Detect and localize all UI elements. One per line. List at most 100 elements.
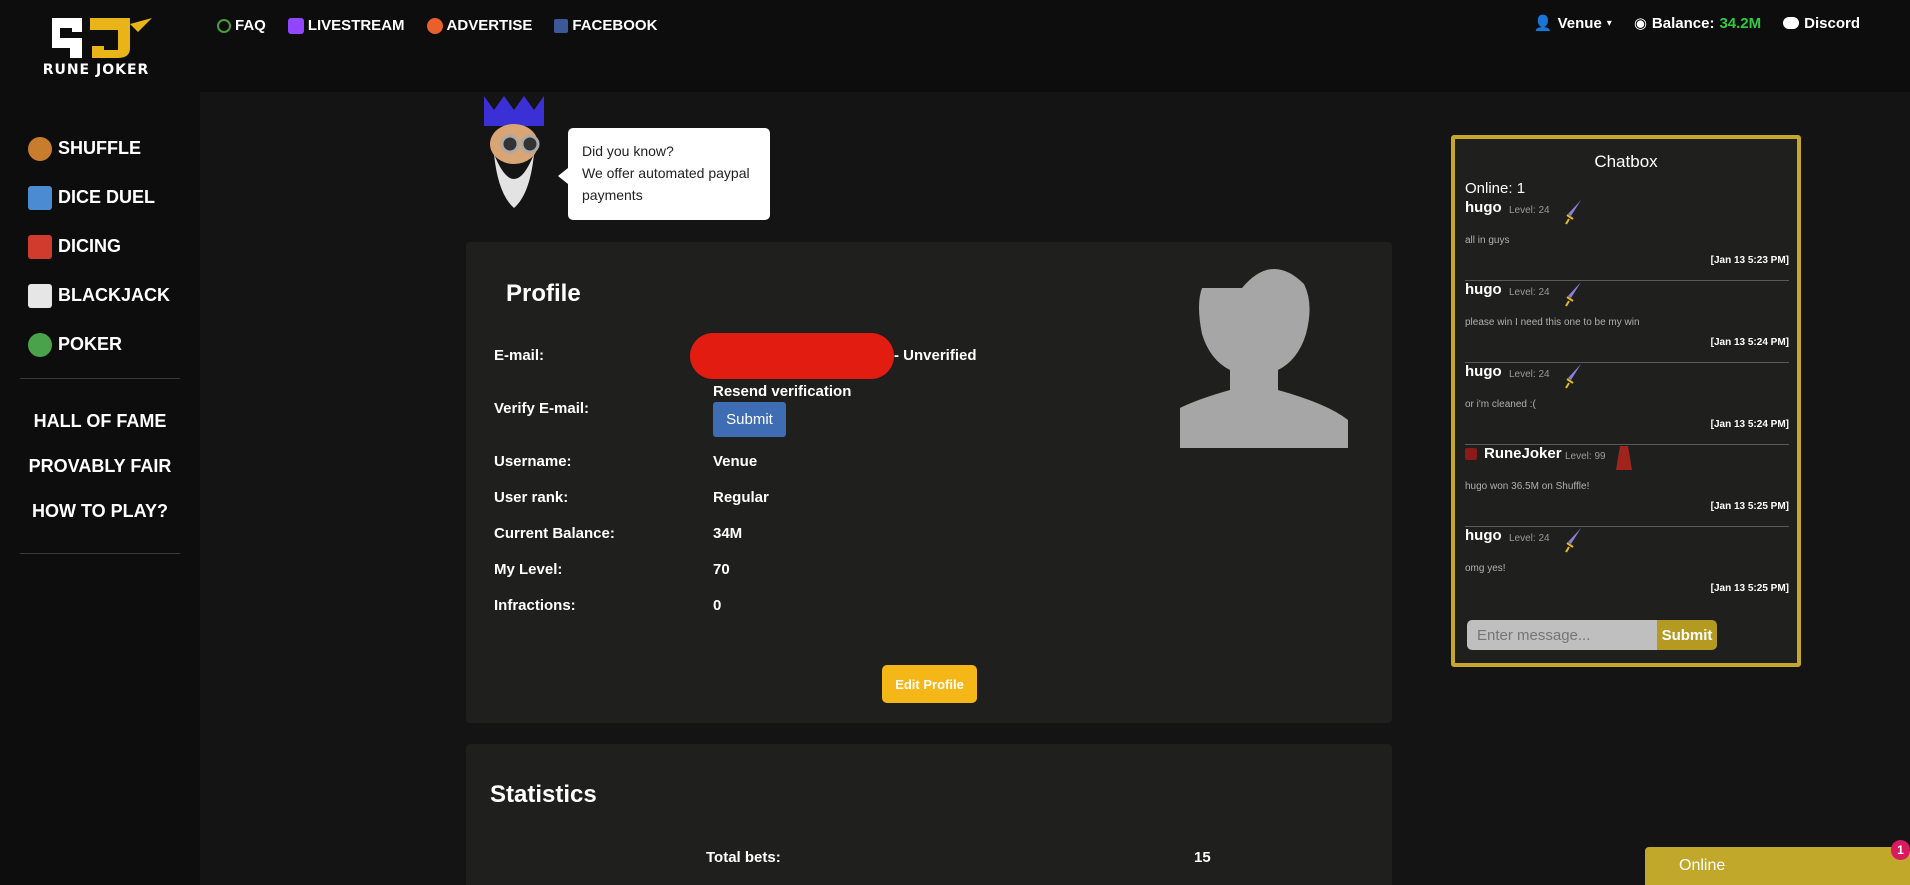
nav-faq[interactable]: FAQ (217, 17, 266, 34)
sidebar-item-how-to-play[interactable]: HOW TO PLAY? (20, 495, 180, 540)
logo-text: RUNE JOKER (42, 62, 150, 78)
chat-level: Level: 99 (1565, 451, 1606, 462)
resend-verification-link[interactable]: Resend verification (713, 383, 851, 400)
user-name: Venue (1557, 14, 1602, 32)
sidebar-divider (20, 553, 180, 554)
chat-username[interactable]: hugo (1465, 281, 1502, 298)
sidebar-item-label: SHUFFLE (58, 138, 141, 158)
poker-icon (28, 332, 52, 357)
chat-text: please win I need this one to be my win (1465, 317, 1640, 328)
logo-mark-icon (52, 18, 152, 58)
verify-submit-button[interactable]: Submit (713, 402, 786, 437)
sidebar-item-dicing[interactable]: DICING (28, 222, 170, 271)
chat-level: Level: 24 (1509, 287, 1550, 298)
chat-username[interactable]: hugo (1465, 363, 1502, 380)
sidebar-item-dice-duel[interactable]: DICE DUEL (28, 173, 170, 222)
chat-username[interactable]: hugo (1465, 527, 1502, 544)
sidebar-links: HALL OF FAME PROVABLY FAIR HOW TO PLAY? (20, 405, 180, 540)
sidebar-item-label: BLACKJACK (58, 285, 170, 305)
nav-facebook[interactable]: FACEBOOK (554, 17, 657, 34)
sidebar-item-provably-fair[interactable]: PROVABLY FAIR (20, 450, 180, 495)
chat-text: or i'm cleaned :( (1465, 399, 1536, 410)
sword-icon (1565, 200, 1581, 225)
online-widget[interactable]: Online (1645, 847, 1910, 885)
current-balance-label: Current Balance: (494, 525, 615, 542)
balance-label: Balance: (1651, 14, 1715, 32)
chat-submit-button[interactable]: Submit (1657, 620, 1717, 650)
site-logo[interactable]: RUNE JOKER (34, 14, 158, 78)
coin-icon: ◉ (1633, 15, 1647, 32)
profile-title: Profile (506, 280, 581, 307)
games-menu: SHUFFLE DICE DUEL DICING BLACKJACK POKER (28, 124, 170, 369)
chat-level: Level: 24 (1509, 369, 1550, 380)
sidebar-item-hall-of-fame[interactable]: HALL OF FAME (20, 405, 180, 450)
chat-username[interactable]: hugo (1465, 199, 1502, 216)
caret-down-icon: ▾ (1606, 17, 1612, 29)
current-balance-value: 34M (713, 525, 743, 542)
avatar-placeholder-icon (1180, 269, 1348, 448)
discord-link[interactable]: Discord (1783, 14, 1860, 32)
total-bets-label: Total bets: (706, 849, 781, 866)
chat-online-count: Online: 1 (1465, 180, 1526, 197)
total-bets-value: 15 (1194, 849, 1211, 866)
infractions-label: Infractions: (494, 597, 576, 614)
chat-text: hugo won 36.5M on Shuffle! (1465, 481, 1590, 492)
nav-advertise[interactable]: ADVERTISE (426, 17, 533, 34)
sidebar-item-label: DICE DUEL (58, 187, 156, 207)
discord-icon (1783, 17, 1800, 29)
faq-icon (217, 18, 231, 33)
sidebar-item-label: DICING (58, 236, 121, 256)
sword-icon (1565, 364, 1581, 389)
chat-text: all in guys (1465, 235, 1510, 246)
verify-email-label: Verify E-mail: (494, 400, 590, 417)
statistics-title: Statistics (490, 781, 597, 808)
email-status: - Unverified (894, 347, 977, 364)
twitch-icon (287, 17, 304, 34)
chat-time: [Jan 13 5:23 PM] (1710, 255, 1789, 266)
sidebar-item-label: POKER (58, 334, 123, 354)
username-value: Venue (713, 453, 758, 470)
nav-advertise-label: ADVERTISE (446, 17, 533, 34)
chat-message: hugo Level: 24 please win I need this on… (1465, 281, 1789, 363)
top-nav: FAQ LIVESTREAM ADVERTISE FACEBOOK (217, 17, 657, 34)
user-icon: 👤 (1533, 15, 1553, 32)
shuffle-icon (28, 136, 52, 161)
sword-icon (1565, 282, 1581, 307)
discord-label: Discord (1804, 14, 1860, 32)
user-bar: 👤 Venue ▾ ◉ Balance: 34.2M Discord (1533, 14, 1860, 33)
statistics-panel (466, 744, 1392, 885)
tip-text: We offer automated paypal payments (582, 165, 750, 203)
balance-value: 34.2M (1719, 14, 1762, 32)
user-rank-value: Regular (713, 489, 769, 506)
chat-level: Level: 24 (1509, 205, 1550, 216)
chat-username[interactable]: RuneJoker (1484, 445, 1562, 462)
online-count-badge: 1 (1891, 840, 1910, 860)
sidebar-item-blackjack[interactable]: BLACKJACK (28, 271, 170, 320)
chatbox-title: Chatbox (1594, 152, 1658, 171)
edit-profile-button[interactable]: Edit Profile (882, 665, 977, 703)
username-label: Username: (494, 453, 572, 470)
wizard-mascot-icon (484, 96, 544, 208)
chat-time: [Jan 13 5:25 PM] (1710, 501, 1789, 512)
chat-time: [Jan 13 5:25 PM] (1710, 583, 1789, 594)
nav-livestream[interactable]: LIVESTREAM (287, 17, 405, 34)
sword-icon (1565, 528, 1581, 553)
chat-message-input[interactable] (1467, 620, 1657, 650)
tip-bubble: Did you know? We offer automated paypal … (558, 128, 770, 220)
infractions-value: 0 (713, 597, 722, 614)
sidebar-item-shuffle[interactable]: SHUFFLE (28, 124, 170, 173)
chat-message: hugo Level: 24 omg yes! [Jan 13 5:25 PM] (1465, 527, 1789, 609)
megaphone-icon (426, 17, 443, 34)
facebook-icon (554, 18, 569, 33)
user-menu[interactable]: 👤 Venue ▾ (1533, 14, 1612, 33)
my-level-value: 70 (713, 561, 730, 578)
my-level-label: My Level: (494, 561, 563, 578)
nav-livestream-label: LIVESTREAM (307, 17, 405, 34)
chat-message: RuneJoker Level: 99 hugo won 36.5M on Sh… (1465, 445, 1789, 527)
email-label: E-mail: (494, 347, 545, 364)
user-rank-label: User rank: (494, 489, 569, 506)
chat-time: [Jan 13 5:24 PM] (1710, 419, 1789, 430)
nav-faq-label: FAQ (235, 17, 266, 34)
sidebar-item-poker[interactable]: POKER (28, 320, 170, 369)
redacted-email (690, 333, 894, 379)
